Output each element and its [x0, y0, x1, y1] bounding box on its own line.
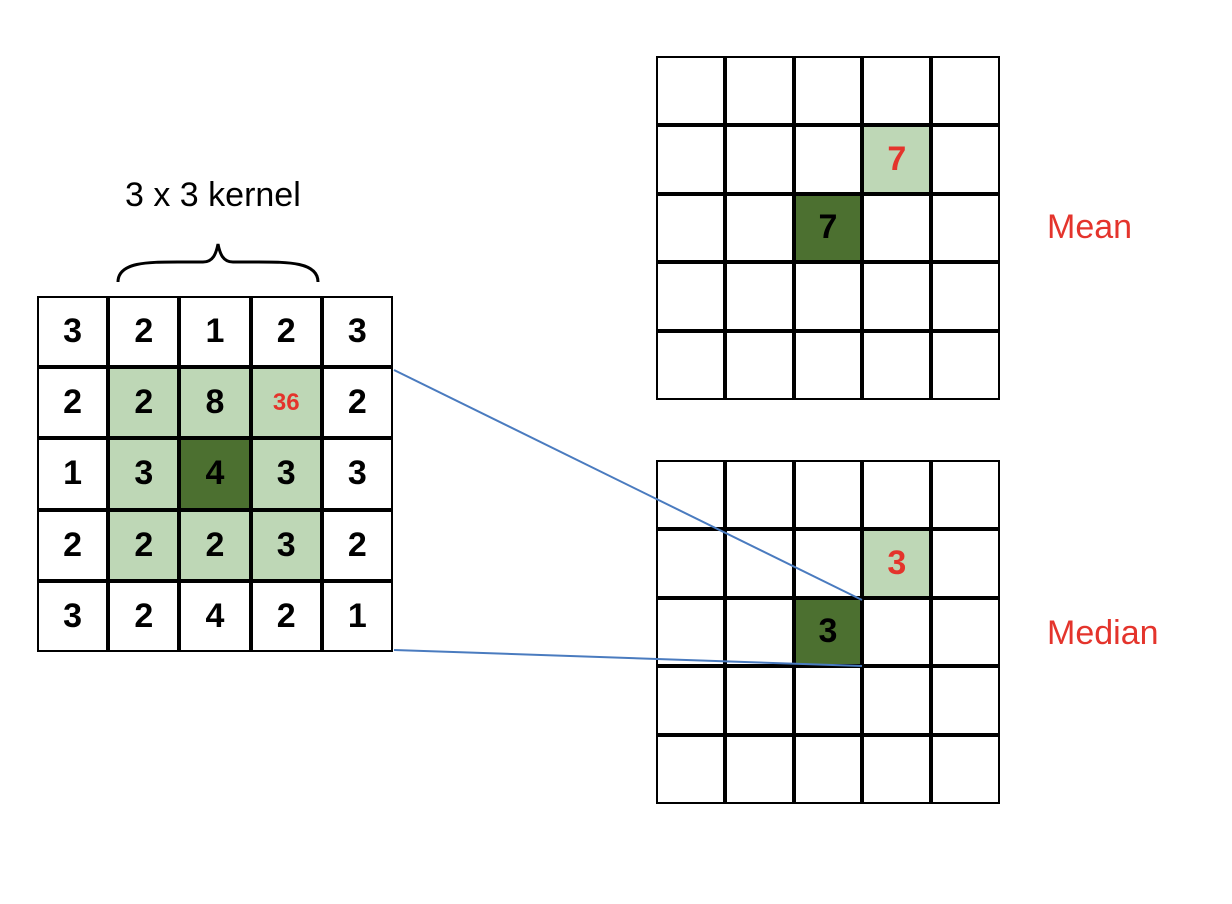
output-cell: [794, 735, 863, 804]
input-cell: 2: [179, 510, 250, 581]
input-cell: 8: [179, 367, 250, 438]
output-cell: [725, 735, 794, 804]
output-cell: [656, 735, 725, 804]
output-cell: [656, 331, 725, 400]
output-cell: [656, 194, 725, 263]
input-cell: 2: [37, 367, 108, 438]
output-cell: [656, 460, 725, 529]
output-cell: [725, 194, 794, 263]
output-cell: [931, 598, 1000, 667]
input-cell: 1: [322, 581, 393, 652]
input-cell: 2: [322, 510, 393, 581]
output-cell: [656, 598, 725, 667]
output-cell: [862, 735, 931, 804]
output-cell: [931, 460, 1000, 529]
output-cell: [794, 262, 863, 331]
output-cell: [725, 125, 794, 194]
output-cell: [862, 460, 931, 529]
output-cell: [862, 194, 931, 263]
output-cell: 3: [862, 529, 931, 598]
output-cell: [931, 194, 1000, 263]
output-cell: [794, 529, 863, 598]
input-cell: 3: [322, 296, 393, 367]
output-cell: [862, 262, 931, 331]
output-cell: 7: [862, 125, 931, 194]
input-cell: 1: [179, 296, 250, 367]
input-cell: 2: [108, 581, 179, 652]
output-cell: [794, 56, 863, 125]
input-cell: 2: [108, 296, 179, 367]
input-cell: 3: [251, 510, 322, 581]
input-cell: 2: [108, 367, 179, 438]
mean-label: Mean: [1047, 208, 1132, 247]
output-cell: [656, 666, 725, 735]
output-cell: [725, 56, 794, 125]
input-cell: 2: [37, 510, 108, 581]
output-cell: [794, 666, 863, 735]
output-cell: [862, 666, 931, 735]
input-cell: 3: [251, 438, 322, 509]
diagram-stage: 3 x 3 kernel 32123228362134332223232421 …: [0, 0, 1232, 904]
kernel-title: 3 x 3 kernel: [125, 176, 301, 215]
output-cell: [862, 598, 931, 667]
output-cell: [931, 331, 1000, 400]
input-cell: 1: [37, 438, 108, 509]
input-cell: 2: [322, 367, 393, 438]
output-cell: [794, 460, 863, 529]
output-cell: [656, 529, 725, 598]
output-cell: [931, 125, 1000, 194]
output-cell: [725, 460, 794, 529]
output-cell: [656, 262, 725, 331]
output-cell: [656, 125, 725, 194]
output-cell: [725, 666, 794, 735]
output-cell: 7: [794, 194, 863, 263]
output-cell: [931, 529, 1000, 598]
input-cell: 3: [322, 438, 393, 509]
input-cell: 3: [108, 438, 179, 509]
output-cell: [656, 56, 725, 125]
output-cell: [931, 262, 1000, 331]
brace-icon: [108, 232, 328, 292]
output-cell: [794, 125, 863, 194]
input-cell: 3: [37, 296, 108, 367]
output-cell: [931, 666, 1000, 735]
output-cell: [725, 529, 794, 598]
mean-output-grid: 77: [656, 56, 1000, 400]
output-cell: 3: [794, 598, 863, 667]
output-cell: [725, 598, 794, 667]
input-cell: 3: [37, 581, 108, 652]
output-cell: [862, 331, 931, 400]
input-cell: 36: [251, 367, 322, 438]
output-cell: [862, 56, 931, 125]
input-cell: 2: [108, 510, 179, 581]
output-cell: [931, 735, 1000, 804]
output-cell: [931, 56, 1000, 125]
input-cell: 2: [251, 296, 322, 367]
input-cell: 4: [179, 438, 250, 509]
output-cell: [725, 331, 794, 400]
input-cell: 4: [179, 581, 250, 652]
median-label: Median: [1047, 614, 1159, 653]
input-cell: 2: [251, 581, 322, 652]
output-cell: [794, 331, 863, 400]
input-grid: 32123228362134332223232421: [37, 296, 393, 652]
median-output-grid: 33: [656, 460, 1000, 804]
output-cell: [725, 262, 794, 331]
